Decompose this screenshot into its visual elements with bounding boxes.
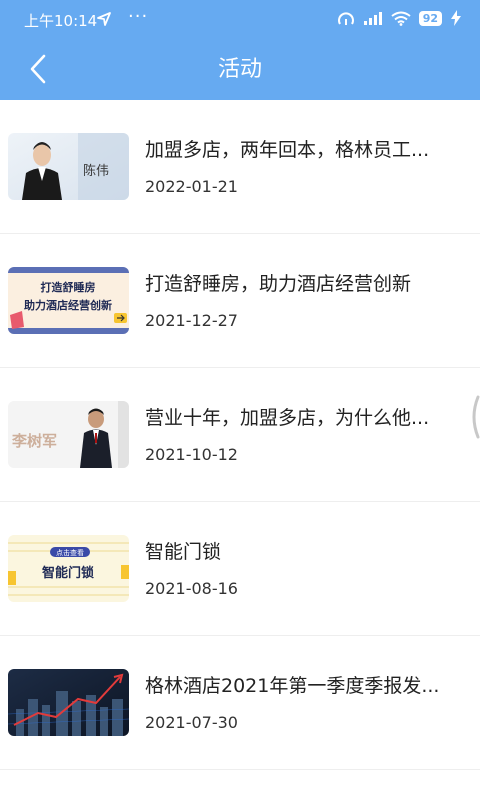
- thumbnail-line1: 打造舒睡房: [41, 280, 96, 294]
- thumbnail-line2: 助力酒店经营创新: [24, 298, 112, 312]
- list-item[interactable]: 点击查看 智能门锁 智能门锁 2021-08-16: [0, 502, 480, 636]
- thumbnail-title: 智能门锁: [42, 565, 94, 581]
- item-title: 营业十年，加盟多店，为什么他...: [145, 407, 430, 429]
- edge-swipe-handle-icon[interactable]: [468, 395, 480, 439]
- status-more-dots: ···: [128, 6, 149, 27]
- item-date: 2022-01-21: [145, 177, 238, 196]
- item-title: 格林酒店2021年第一季度季报发...: [145, 675, 440, 697]
- status-time: 上午10:14: [24, 12, 98, 30]
- activity-list: 陈伟 加盟多店，两年回本，格林员工... 2022-01-21 打造舒睡房 助力…: [0, 100, 480, 770]
- wifi-icon: [391, 11, 411, 26]
- thumbnail-name-text: 陈伟: [83, 163, 109, 179]
- item-date: 2021-07-30: [145, 713, 238, 732]
- list-item[interactable]: 李树军 营业十年，加盟多店，为什么他... 2021-10-12: [0, 368, 480, 502]
- thumbnail-badge: 点击查看: [56, 548, 84, 557]
- item-date: 2021-12-27: [145, 311, 238, 330]
- activity-thumbnail: 李树军: [8, 401, 129, 468]
- list-item[interactable]: 打造舒睡房 助力酒店经营创新 打造舒睡房，助力酒店经营创新 2021-12-27: [0, 234, 480, 368]
- list-item[interactable]: 格林酒店2021年第一季度季报发... 2021-07-30: [0, 636, 480, 770]
- status-bar: 上午10:14 ··· 92: [0, 0, 480, 38]
- item-title: 加盟多店，两年回本，格林员工...: [145, 139, 430, 161]
- signal-icon: [363, 12, 382, 25]
- item-date: 2021-08-16: [145, 579, 238, 598]
- navigation-arrow-icon: [97, 12, 111, 26]
- activity-thumbnail: 点击查看 智能门锁: [8, 535, 129, 602]
- charging-icon: [451, 10, 461, 26]
- activity-thumbnail: 陈伟: [8, 133, 129, 200]
- battery-level: 92: [418, 10, 442, 26]
- page-title: 活动: [217, 57, 262, 82]
- activity-thumbnail: 打造舒睡房 助力酒店经营创新: [8, 267, 129, 334]
- activity-thumbnail: [8, 669, 129, 736]
- thumbnail-name-text: 李树军: [11, 432, 57, 450]
- app-header: 上午10:14 ··· 92 活动: [0, 0, 480, 100]
- item-title: 智能门锁: [145, 541, 222, 563]
- item-title: 打造舒睡房，助力酒店经营创新: [145, 273, 412, 295]
- status-indicators: 92: [337, 10, 462, 26]
- item-date: 2021-10-12: [145, 445, 238, 464]
- list-item[interactable]: 陈伟 加盟多店，两年回本，格林员工... 2022-01-21: [0, 100, 480, 234]
- hotspot-icon: [337, 12, 354, 25]
